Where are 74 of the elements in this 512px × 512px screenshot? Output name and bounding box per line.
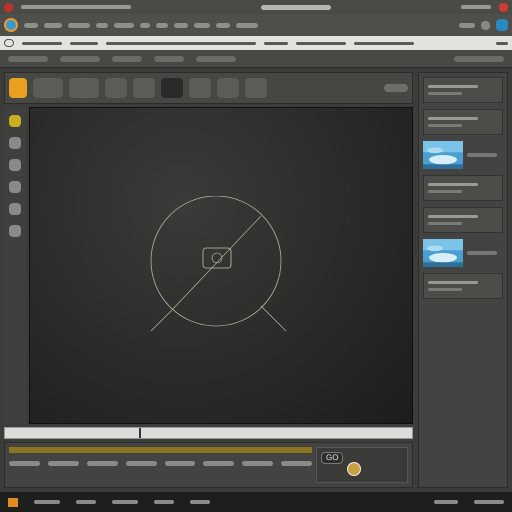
label-placeholder — [428, 281, 478, 284]
label-placeholder — [48, 461, 79, 466]
panel-row[interactable] — [423, 175, 503, 201]
label-placeholder — [34, 500, 60, 504]
label-placeholder — [428, 190, 462, 193]
label-placeholder — [467, 251, 497, 255]
label-placeholder — [24, 22, 38, 28]
label-placeholder — [281, 461, 312, 466]
label-placeholder — [428, 124, 462, 127]
label-placeholder — [44, 22, 62, 28]
label-placeholder — [428, 215, 478, 218]
playhead[interactable] — [139, 428, 142, 438]
label-placeholder — [164, 461, 196, 466]
side-tool-button[interactable] — [9, 203, 21, 215]
label-placeholder — [68, 22, 90, 28]
go-button[interactable]: GO — [321, 452, 344, 464]
app-icon — [4, 2, 13, 12]
label-placeholder — [196, 56, 236, 62]
label-placeholder — [454, 56, 504, 62]
label-placeholder — [296, 42, 346, 44]
side-tool-button[interactable] — [9, 159, 21, 171]
app-icon[interactable] — [8, 498, 18, 506]
label-placeholder — [126, 461, 156, 466]
label-placeholder — [459, 22, 475, 28]
label-placeholder — [8, 56, 48, 62]
label-placeholder — [354, 42, 414, 44]
address-bar[interactable] — [0, 36, 512, 50]
label-placeholder — [86, 461, 118, 466]
tool-button[interactable] — [9, 78, 27, 98]
logo-icon[interactable] — [4, 18, 18, 32]
label-placeholder — [112, 56, 142, 62]
label-placeholder — [216, 22, 230, 28]
label-placeholder — [236, 22, 258, 28]
label-placeholder — [428, 92, 462, 95]
label-placeholder — [140, 22, 150, 28]
label-placeholder — [461, 5, 491, 9]
label-placeholder — [467, 153, 497, 157]
label-placeholder — [9, 461, 40, 466]
label-placeholder — [428, 222, 462, 225]
label-placeholder — [156, 22, 168, 28]
label-placeholder — [264, 42, 288, 44]
label-placeholder — [60, 56, 100, 62]
label-placeholder — [203, 461, 234, 466]
label-placeholder — [194, 22, 210, 28]
label-placeholder — [96, 22, 108, 28]
side-tool-button[interactable] — [9, 115, 21, 127]
label-placeholder — [22, 42, 62, 44]
side-tool-button[interactable] — [9, 181, 21, 193]
label-placeholder — [242, 461, 274, 466]
label-placeholder — [474, 500, 504, 504]
label-placeholder — [154, 56, 184, 62]
dial-icon[interactable] — [347, 462, 362, 476]
panel-row[interactable] — [423, 207, 503, 233]
label-placeholder — [434, 500, 458, 504]
label-placeholder — [428, 117, 478, 120]
side-tool-button[interactable] — [9, 137, 21, 149]
label-placeholder — [76, 500, 96, 504]
side-tool-button[interactable] — [9, 225, 21, 237]
label-placeholder — [428, 288, 462, 291]
panel-row[interactable] — [423, 109, 503, 135]
label-placeholder — [428, 85, 478, 88]
label-placeholder — [384, 84, 408, 92]
label-placeholder — [174, 22, 188, 28]
timeline-track[interactable] — [4, 427, 413, 439]
panel-row[interactable] — [423, 273, 503, 299]
label-placeholder — [154, 500, 174, 504]
label-placeholder — [114, 22, 134, 28]
label-placeholder — [428, 183, 478, 186]
label-placeholder — [261, 4, 331, 10]
label-placeholder — [190, 500, 210, 504]
label-placeholder — [496, 42, 508, 44]
label-placeholder — [112, 500, 138, 504]
label-placeholder — [70, 42, 98, 44]
panel-row[interactable] — [423, 77, 503, 103]
